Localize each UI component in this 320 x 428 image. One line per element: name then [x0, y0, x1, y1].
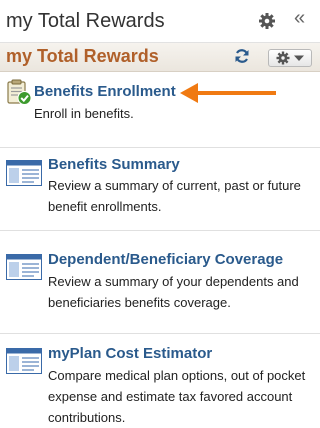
list-item-benefits-summary: Benefits Summary Review a summary of cur…: [0, 148, 320, 231]
window-summary-icon: [6, 254, 42, 285]
clipboard-check-icon: [6, 78, 32, 111]
myplan-cost-estimator-link[interactable]: myPlan Cost Estimator: [48, 345, 212, 362]
dependent-beneficiary-coverage-link[interactable]: Dependent/Beneficiary Coverage: [48, 251, 283, 268]
gear-icon: [276, 51, 304, 65]
window-title: my Total Rewards: [6, 10, 165, 32]
item-description: Review a summary of your dependents and …: [48, 274, 299, 310]
window-summary-icon: [6, 160, 42, 191]
benefits-summary-link[interactable]: Benefits Summary: [48, 156, 180, 173]
pagelet-settings-button[interactable]: [268, 49, 312, 67]
item-description: Enroll in benefits.: [34, 106, 134, 121]
collapse-panel-icon[interactable]: «: [294, 8, 305, 28]
refresh-icon[interactable]: [234, 48, 250, 64]
arrow-annotation-icon: [180, 83, 276, 103]
pagelet-title: my Total Rewards: [6, 46, 159, 66]
list-item-myplan-cost-estimator: myPlan Cost Estimator Compare medical pl…: [0, 334, 320, 425]
window-summary-icon: [6, 348, 42, 379]
benefits-enrollment-link[interactable]: Benefits Enrollment: [34, 83, 176, 100]
list-item-dependent-beneficiary-coverage: Dependent/Beneficiary Coverage Review a …: [0, 231, 320, 334]
item-description: Review a summary of current, past or fut…: [48, 178, 301, 214]
item-description: Compare medical plan options, out of poc…: [48, 368, 306, 425]
gear-icon[interactable]: [258, 12, 276, 30]
window-titlebar: my Total Rewards «: [0, 0, 320, 43]
pagelet-header: my Total Rewards: [0, 43, 320, 72]
